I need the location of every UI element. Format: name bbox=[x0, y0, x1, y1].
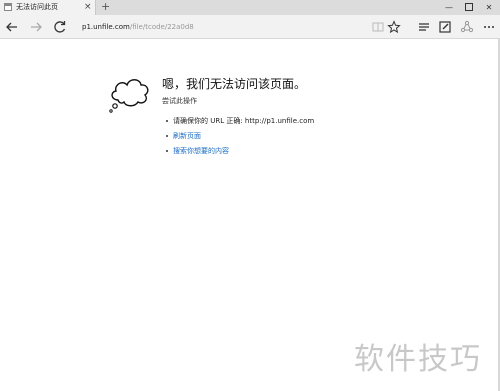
minimize-button[interactable]: — bbox=[438, 0, 460, 15]
maximize-icon bbox=[465, 2, 473, 11]
forward-button[interactable] bbox=[28, 19, 44, 35]
back-arrow-icon bbox=[6, 22, 17, 32]
reading-view-button[interactable] bbox=[370, 19, 386, 35]
close-window-button[interactable]: ✕ bbox=[478, 0, 500, 15]
suggestion-text: 请确保你的 URL 正确: http://p1.unfile.com bbox=[173, 117, 315, 125]
new-tab-button[interactable]: + bbox=[101, 0, 110, 14]
hub-icon bbox=[419, 23, 429, 31]
watermark: 软件技巧 bbox=[354, 342, 482, 377]
back-button[interactable] bbox=[4, 19, 20, 35]
forward-arrow-icon bbox=[31, 22, 42, 32]
more-icon bbox=[484, 26, 494, 28]
refresh-page-link[interactable]: 刷新页面 bbox=[173, 132, 201, 140]
refresh-button[interactable] bbox=[52, 19, 68, 35]
address-path: /file/tcode/22a0d8 bbox=[129, 23, 194, 31]
favorite-button[interactable] bbox=[386, 19, 402, 35]
maximize-button[interactable] bbox=[458, 0, 480, 15]
suggestion-check-url: 请确保你的 URL 正确: http://p1.unfile.com bbox=[166, 115, 314, 130]
share-icon bbox=[460, 20, 474, 33]
browser-window: 无法访问此页 × + — ✕ p1.unfile.com/file/tcode/… bbox=[0, 0, 500, 391]
navigation-bar: p1.unfile.com/file/tcode/22a0d8 bbox=[0, 15, 500, 39]
suggestion-list: 请确保你的 URL 正确: http://p1.unfile.com 刷新页面 … bbox=[166, 115, 314, 160]
address-host: p1.unfile.com bbox=[82, 23, 130, 31]
browser-tab[interactable]: 无法访问此页 × bbox=[0, 0, 96, 15]
more-button[interactable] bbox=[481, 19, 497, 35]
error-heading: 嗯，我们无法访问该页面。 bbox=[162, 77, 307, 91]
web-note-icon bbox=[439, 21, 451, 33]
reading-view-icon bbox=[372, 22, 384, 32]
share-button[interactable] bbox=[459, 19, 475, 35]
page-icon bbox=[4, 3, 12, 11]
tab-title: 无法访问此页 bbox=[16, 3, 58, 11]
web-note-button[interactable] bbox=[437, 19, 453, 35]
hub-button[interactable] bbox=[416, 19, 432, 35]
star-icon bbox=[387, 20, 401, 34]
address-bar[interactable]: p1.unfile.com/file/tcode/22a0d8 bbox=[82, 21, 194, 33]
tab-close-icon[interactable]: × bbox=[84, 1, 92, 13]
error-subheading: 尝试此操作 bbox=[162, 97, 197, 105]
suggestion-refresh: 刷新页面 bbox=[166, 130, 314, 145]
thought-cloud-icon bbox=[109, 79, 149, 113]
suggestion-search: 搜索你想要的内容 bbox=[166, 145, 314, 160]
title-bar: 无法访问此页 × + — ✕ bbox=[0, 0, 500, 15]
refresh-icon bbox=[54, 21, 66, 33]
search-link[interactable]: 搜索你想要的内容 bbox=[173, 147, 229, 155]
